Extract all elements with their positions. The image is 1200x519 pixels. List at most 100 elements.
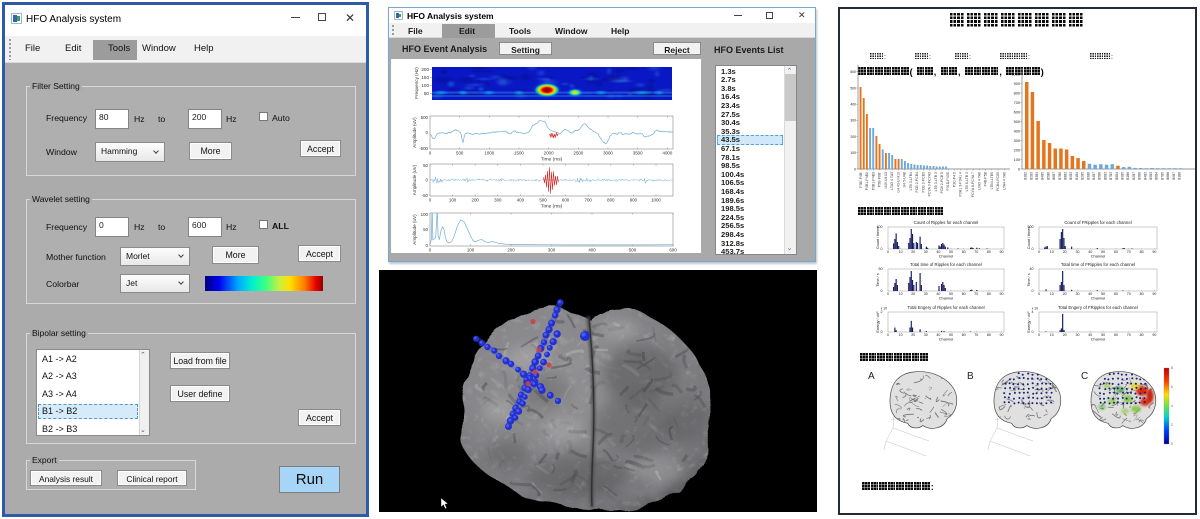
svg-text:1000: 1000 <box>651 198 661 203</box>
svg-text:500: 500 <box>629 248 637 253</box>
svg-text:Channel: Channel <box>1091 254 1106 259</box>
svg-text:10: 10 <box>1050 250 1054 254</box>
svg-text:P4B-P5B: P4B-P5B <box>984 171 988 186</box>
svg-text:P5B-P6B': P5B-P6B' <box>878 172 882 187</box>
svg-text:30: 30 <box>924 250 928 254</box>
svg-text:0: 0 <box>426 130 429 135</box>
svg-text:B1B6: B1B6 <box>1126 172 1130 180</box>
svg-text:60: 60 <box>962 333 966 337</box>
svg-text:B1B8: B1B8 <box>1178 172 1182 180</box>
svg-text:4000: 4000 <box>663 151 673 156</box>
svg-text:700: 700 <box>1014 101 1020 105</box>
svg-text:Amplitude (uV): Amplitude (uV) <box>412 214 417 245</box>
svg-text:50: 50 <box>423 163 428 168</box>
svg-text:70: 70 <box>974 292 978 296</box>
svg-text:Count / times: Count / times <box>1027 227 1031 249</box>
svg-text:200: 200 <box>850 135 856 139</box>
svg-text:LTA4 4 TA6: LTA4 4 TA6 <box>1002 172 1006 190</box>
svg-text:20: 20 <box>911 292 915 296</box>
svg-text:200: 200 <box>507 248 515 253</box>
svg-text:30: 30 <box>1076 333 1080 337</box>
svg-text:60: 60 <box>962 250 966 254</box>
svg-text:0: 0 <box>426 177 429 182</box>
svg-text:P4B1-P4B2: P4B1-P4B2 <box>865 172 869 190</box>
svg-text:70: 70 <box>974 333 978 337</box>
svg-text:500: 500 <box>1014 120 1020 124</box>
svg-text:x 10: x 10 <box>881 307 888 311</box>
svg-text:100: 100 <box>1014 158 1020 162</box>
svg-text:80: 80 <box>1140 292 1144 296</box>
svg-text:10: 10 <box>899 333 903 337</box>
svg-text:0: 0 <box>1032 289 1034 293</box>
svg-text:80: 80 <box>987 292 991 296</box>
svg-text:600: 600 <box>850 70 856 74</box>
svg-text:0: 0 <box>1038 292 1040 296</box>
svg-text:70: 70 <box>1127 250 1131 254</box>
svg-text:B5B6: B5B6 <box>1046 172 1050 180</box>
svg-text:B4B5: B4B5 <box>1041 172 1045 180</box>
svg-text:B: B <box>967 371 974 382</box>
svg-text:LTB 3-LTB4: LTB 3-LTB4 <box>909 172 913 190</box>
svg-text:P3B'-P4B': P3B'-P4B' <box>859 172 863 188</box>
svg-text:100: 100 <box>449 198 457 203</box>
svg-text:200: 200 <box>421 67 429 72</box>
svg-text:Count of Ripples for each chan: Count of Ripples for each channel <box>914 220 979 225</box>
svg-text:2: 2 <box>1171 423 1173 427</box>
svg-text:70: 70 <box>974 250 978 254</box>
svg-text:PCB 2-PCB 5: PCB 2-PCB 5 <box>940 172 944 193</box>
svg-text:C: C <box>1081 371 1088 382</box>
svg-text:1500: 1500 <box>514 151 524 156</box>
svg-text:90: 90 <box>1152 292 1156 296</box>
svg-text:400: 400 <box>1014 129 1020 133</box>
svg-text:20: 20 <box>911 333 915 337</box>
svg-text:600: 600 <box>562 198 570 203</box>
svg-text:200: 200 <box>472 198 480 203</box>
svg-text:0: 0 <box>1038 250 1040 254</box>
svg-text:B6B7: B6B7 <box>1052 172 1056 180</box>
svg-text:1000: 1000 <box>1012 72 1020 76</box>
svg-text:50: 50 <box>879 267 883 271</box>
svg-text:Time / s: Time / s <box>876 273 880 286</box>
svg-text:B6B4: B6B4 <box>1155 172 1159 180</box>
svg-text:P3C-P4 5: P3C-P4 5 <box>953 172 957 187</box>
svg-text:30: 30 <box>924 333 928 337</box>
svg-text:400: 400 <box>588 248 596 253</box>
svg-text:900: 900 <box>1014 82 1020 86</box>
svg-text:3000: 3000 <box>603 151 613 156</box>
svg-text:70: 70 <box>1127 292 1131 296</box>
svg-text:2: 2 <box>881 310 883 314</box>
svg-text:60: 60 <box>1114 333 1118 337</box>
svg-text:B1B2: B1B2 <box>1024 172 1028 180</box>
svg-text:Count / times: Count / times <box>876 227 880 249</box>
svg-text:20: 20 <box>1063 250 1067 254</box>
svg-text:30: 30 <box>1076 292 1080 296</box>
svg-text:x 10: x 10 <box>1032 307 1039 311</box>
svg-text:B5B8: B5B8 <box>1098 172 1102 180</box>
svg-text:PCB4-PC85: PCB4-PC85 <box>996 172 1000 191</box>
svg-text:Count of FRipples for each cha: Count of FRipples for each channel <box>1064 220 1131 225</box>
svg-text:90: 90 <box>1152 333 1156 337</box>
svg-text:100: 100 <box>421 83 429 88</box>
svg-text:Time / s: Time / s <box>1027 273 1031 286</box>
svg-text:200: 200 <box>1014 148 1020 152</box>
svg-text:P31D-P43S: P31D-P43S <box>946 171 950 190</box>
svg-text:2500: 2500 <box>574 151 584 156</box>
svg-text:B5B3: B5B3 <box>1149 172 1153 180</box>
svg-text:10: 10 <box>1050 292 1054 296</box>
svg-text:0: 0 <box>429 151 432 156</box>
svg-text:PCB 2-PCB4: PCB 2-PCB4 <box>915 172 919 192</box>
svg-text:Channel: Channel <box>1091 337 1106 342</box>
svg-text:3500: 3500 <box>633 151 643 156</box>
svg-text:PCB 2-PCB3: PCB 2-PCB3 <box>921 172 925 192</box>
svg-text:-500: -500 <box>419 146 428 151</box>
svg-text:300: 300 <box>1014 139 1020 143</box>
svg-text:B4B2: B4B2 <box>1143 172 1147 180</box>
svg-text:Total time of Ripples for each: Total time of Ripples for each channel <box>910 262 982 267</box>
svg-text:10: 10 <box>1050 333 1054 337</box>
svg-text:B7B8: B7B8 <box>1058 172 1062 180</box>
svg-text:6: 6 <box>1171 385 1173 389</box>
svg-text:0: 0 <box>854 167 856 171</box>
svg-text:500: 500 <box>539 198 547 203</box>
svg-text:Channel: Channel <box>939 254 954 259</box>
svg-text:B3B4: B3B4 <box>1035 172 1039 180</box>
